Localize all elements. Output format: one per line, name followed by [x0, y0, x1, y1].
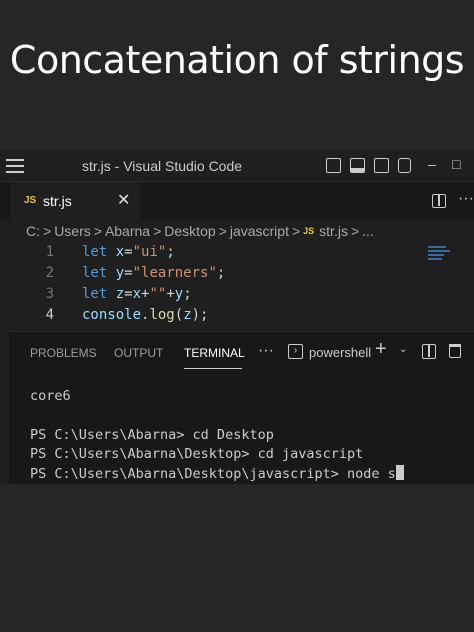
- terminal-prompt-line[interactable]: PS C:\Users\Abarna\Desktop\javascript> n…: [30, 465, 404, 482]
- editor-tab-bar: JS str.js ✕ ···: [0, 182, 474, 220]
- breadcrumb-item[interactable]: Users: [54, 223, 91, 239]
- tab-terminal[interactable]: TERMINAL: [184, 346, 245, 360]
- hamburger-menu-icon[interactable]: [6, 159, 24, 173]
- terminal-line: core6: [30, 388, 71, 404]
- breadcrumb-separator: >: [153, 223, 162, 239]
- code-token: y: [174, 286, 184, 302]
- code-text: console.log(z);: [82, 307, 208, 323]
- terminal-cursor: [395, 465, 404, 480]
- overlay-heading: Concatenation of strings: [9, 38, 465, 82]
- code-token: );: [191, 307, 209, 323]
- code-token: "": [149, 286, 167, 302]
- breadcrumb-item[interactable]: C:: [26, 223, 40, 239]
- code-token: ;: [166, 244, 175, 260]
- code-token: console: [82, 307, 142, 323]
- chevron-down-icon[interactable]: ⌄: [399, 344, 407, 355]
- toggle-secondary-sidebar-icon[interactable]: [374, 158, 389, 173]
- line-number: 3: [45, 286, 54, 302]
- code-line[interactable]: 1 let x="ui";: [0, 244, 420, 265]
- breadcrumb-separator: >: [291, 223, 301, 239]
- code-token: z: [115, 286, 125, 302]
- code-token: =: [124, 244, 133, 260]
- code-token: x: [115, 244, 125, 260]
- new-terminal-icon[interactable]: +: [375, 338, 387, 361]
- breadcrumb: C: > Users > Abarna > Desktop > javascript > JS str…: [26, 223, 374, 243]
- tab-str-js[interactable]: JS str.js ✕: [10, 182, 140, 220]
- line-number: 4: [45, 307, 54, 323]
- maximize-button[interactable]: □: [452, 156, 460, 172]
- split-terminal-icon[interactable]: [422, 344, 436, 359]
- tab-output[interactable]: OUTPUT: [114, 346, 163, 360]
- code-token: let: [82, 265, 108, 281]
- minimap[interactable]: [428, 244, 468, 304]
- code-line[interactable]: 3 let z=x+""+y;: [0, 286, 420, 307]
- split-editor-icon[interactable]: [432, 194, 446, 208]
- code-token: +: [166, 286, 175, 302]
- minimize-button[interactable]: –: [428, 156, 436, 172]
- trash-icon[interactable]: [449, 344, 461, 358]
- code-token: let: [82, 286, 108, 302]
- line-number: 2: [45, 265, 54, 281]
- javascript-file-icon: JS: [303, 226, 315, 236]
- breadcrumb-separator: >: [218, 223, 227, 239]
- breadcrumb-item[interactable]: javascript: [230, 223, 289, 239]
- breadcrumb-separator: >: [93, 223, 102, 239]
- code-token: =: [124, 265, 133, 281]
- breadcrumb-item[interactable]: Desktop: [164, 223, 215, 239]
- breadcrumb-item[interactable]: Abarna: [105, 223, 150, 239]
- line-number: 1: [45, 244, 54, 260]
- breadcrumb-file[interactable]: str.js: [319, 223, 348, 239]
- tab-label: str.js: [43, 193, 72, 209]
- code-token: ;: [216, 265, 226, 281]
- terminal-line: PS C:\Users\Abarna\Desktop\javascript> n…: [30, 466, 396, 482]
- code-token: x: [132, 286, 142, 302]
- toggle-panel-icon[interactable]: [350, 158, 365, 173]
- more-actions-icon[interactable]: ···: [458, 190, 474, 208]
- code-editor[interactable]: 1 let x="ui"; 2 let y="learners"; 3 let z=x+"…: [0, 244, 474, 330]
- terminal-line: PS C:\Users\Abarna\Desktop> cd javascrip…: [30, 446, 364, 462]
- code-token: y: [115, 265, 125, 281]
- code-token: ;: [183, 286, 192, 302]
- bottom-panel: PROBLEMS OUTPUT TERMINAL ··· › powershel…: [9, 331, 474, 484]
- code-line[interactable]: 4 console.log(z);: [0, 307, 420, 328]
- active-tab-indicator: [184, 368, 242, 369]
- window-title: str.js - Visual Studio Code: [82, 158, 243, 174]
- code-token: let: [82, 244, 108, 260]
- code-text: let x="ui";: [82, 244, 175, 260]
- code-token: log: [149, 307, 175, 323]
- toggle-primary-sidebar-icon[interactable]: [326, 158, 341, 173]
- title-bar: str.js - Visual Studio Code – □: [0, 150, 474, 182]
- customize-layout-icon[interactable]: [398, 158, 411, 173]
- close-tab-icon[interactable]: ✕: [117, 190, 130, 210]
- vscode-window: str.js - Visual Studio Code – □ JS str.j…: [0, 150, 474, 484]
- code-token: "ui": [132, 244, 167, 260]
- code-line[interactable]: 2 let y="learners";: [0, 265, 420, 286]
- panel-more-icon[interactable]: ···: [258, 342, 274, 360]
- breadcrumb-separator: >: [43, 223, 52, 239]
- code-text: let y="learners";: [82, 265, 225, 281]
- breadcrumb-more[interactable]: ...: [362, 223, 374, 239]
- javascript-file-icon: JS: [24, 195, 37, 206]
- tab-problems[interactable]: PROBLEMS: [30, 346, 97, 360]
- terminal-line: PS C:\Users\Abarna> cd Desktop: [30, 427, 274, 443]
- breadcrumb-separator: >: [350, 223, 360, 239]
- shell-name[interactable]: powershell: [309, 345, 371, 360]
- code-token: z: [183, 307, 192, 323]
- code-token: "learners": [132, 265, 217, 281]
- code-text: let z=x+""+y;: [82, 286, 192, 302]
- terminal-shell-icon: ›: [288, 344, 303, 359]
- code-token: =: [124, 286, 133, 302]
- code-token: (: [174, 307, 184, 323]
